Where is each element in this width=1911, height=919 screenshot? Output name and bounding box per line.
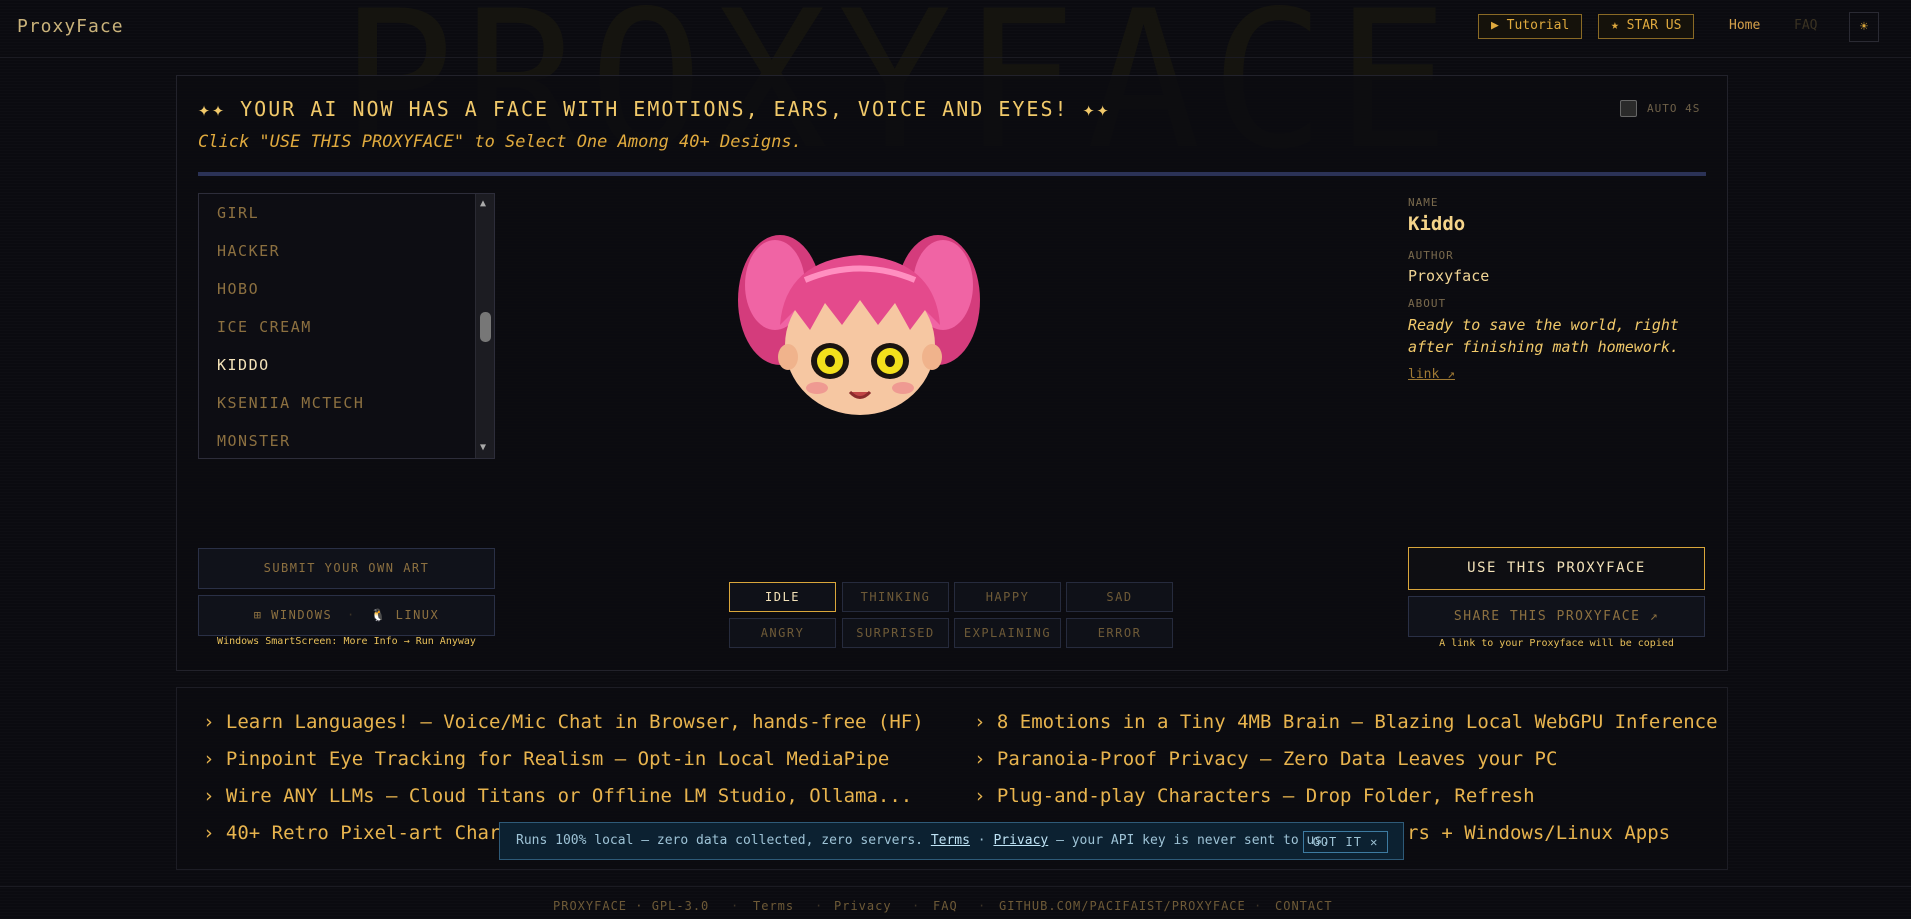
theme-toggle-button[interactable]: ☀ xyxy=(1849,12,1879,42)
scroll-thumb[interactable] xyxy=(480,312,491,342)
list-item[interactable]: HOBO xyxy=(217,280,259,298)
author-label: AUTHOR xyxy=(1408,249,1454,262)
emotion-error-button[interactable]: ERROR xyxy=(1066,618,1173,648)
banner-text: Runs 100% local — zero data collected, z… xyxy=(516,833,1330,848)
emotion-angry-button[interactable]: ANGRY xyxy=(729,618,836,648)
name-label: NAME xyxy=(1408,196,1439,209)
emotion-surprised-button[interactable]: SURPRISED xyxy=(842,618,949,648)
feature-item: › Wire ANY LLMs — Cloud Titans or Offlin… xyxy=(203,785,913,807)
emotion-thinking-button[interactable]: THINKING xyxy=(842,582,949,612)
divider xyxy=(198,172,1706,176)
character-about: Ready to save the world, right after fin… xyxy=(1408,316,1679,356)
share-proxyface-button[interactable]: SHARE THIS PROXYFACE ↗ xyxy=(1408,596,1705,637)
got-it-button[interactable]: GOT IT ✕ xyxy=(1303,831,1388,853)
feature-item: › Learn Languages! — Voice/Mic Chat in B… xyxy=(203,711,924,733)
auto-label: AUTO 4S xyxy=(1647,102,1701,115)
nav-faq-link[interactable]: FAQ xyxy=(1794,18,1817,33)
footer-terms-link[interactable]: Terms xyxy=(753,899,794,913)
feature-item: › Paranoia-Proof Privacy — Zero Data Lea… xyxy=(974,748,1558,770)
emotion-explaining-button[interactable]: EXPLAINING xyxy=(954,618,1061,648)
footer-faq-link[interactable]: FAQ xyxy=(933,899,958,913)
character-list[interactable]: GIRL HACKER HOBO ICE CREAM KIDDO KSENIIA… xyxy=(198,193,495,459)
about-label: ABOUT xyxy=(1408,297,1447,310)
author-link[interactable]: link ↗ xyxy=(1408,367,1455,382)
emotion-idle-button[interactable]: IDLE xyxy=(729,582,836,612)
footer-contact-link[interactable]: CONTACT xyxy=(1275,899,1333,913)
subheadline: Click "USE THIS PROXYFACE" to Select One… xyxy=(198,132,802,152)
emotion-sad-button[interactable]: SAD xyxy=(1066,582,1173,612)
headline: ✦✦ YOUR AI NOW HAS A FACE WITH EMOTIONS,… xyxy=(198,97,1111,121)
smartscreen-note: Windows SmartScreen: More Info → Run Any… xyxy=(217,636,476,647)
auto-checkbox[interactable] xyxy=(1620,100,1637,117)
list-item[interactable]: KSENIIA MCTECH xyxy=(217,394,364,412)
list-item[interactable]: ICE CREAM xyxy=(217,318,312,336)
feature-item: › Plug-and-play Characters — Drop Folder… xyxy=(974,785,1535,807)
footer-privacy-link[interactable]: Privacy xyxy=(834,899,892,913)
list-scrollbar[interactable]: ▲ ▼ xyxy=(475,194,494,458)
download-apps-group: ⊞ WINDOWS · 🐧 LINUX xyxy=(198,595,495,636)
footer-brand: PROXYFACE · GPL-3.0 xyxy=(553,899,710,913)
character-face-image xyxy=(738,235,980,415)
use-proxyface-button[interactable]: USE THIS PROXYFACE xyxy=(1408,547,1705,590)
auto-cycle-toggle[interactable]: AUTO 4S xyxy=(1620,100,1700,117)
character-author: Proxyface xyxy=(1408,267,1490,285)
share-note: A link to your Proxyface will be copied xyxy=(1439,638,1674,649)
scroll-down-icon[interactable]: ▼ xyxy=(480,442,486,453)
list-item[interactable]: HACKER xyxy=(217,242,280,260)
list-item-selected[interactable]: KIDDO xyxy=(217,356,270,374)
footer-sep: · xyxy=(1254,899,1262,913)
nav-home-link[interactable]: Home xyxy=(1729,18,1760,33)
feature-item: rs + Windows/Linux Apps xyxy=(1407,822,1671,844)
list-item[interactable]: MONSTER xyxy=(217,432,291,450)
sun-icon: ☀ xyxy=(1859,19,1869,35)
privacy-link[interactable]: Privacy xyxy=(993,833,1048,848)
footer-sep: · xyxy=(731,899,739,913)
submit-art-button[interactable]: SUBMIT YOUR OWN ART xyxy=(198,548,495,589)
feature-item: › 40+ Retro Pixel-art Chara xyxy=(203,822,512,844)
list-item[interactable]: GIRL xyxy=(217,204,259,222)
scroll-up-icon[interactable]: ▲ xyxy=(480,198,486,209)
footer: PROXYFACE · GPL-3.0 · Terms · Privacy · … xyxy=(0,886,1911,919)
privacy-banner: Runs 100% local — zero data collected, z… xyxy=(499,822,1404,860)
terms-link[interactable]: Terms xyxy=(931,833,970,848)
linux-download-link[interactable]: 🐧 LINUX xyxy=(370,608,439,622)
feature-item: › 8 Emotions in a Tiny 4MB Brain — Blazi… xyxy=(974,711,1718,733)
star-us-button[interactable]: ★ STAR US xyxy=(1598,14,1695,39)
windows-download-link[interactable]: ⊞ WINDOWS xyxy=(254,608,333,622)
feature-item: › Pinpoint Eye Tracking for Realism — Op… xyxy=(203,748,890,770)
footer-github-link[interactable]: GITHUB.COM/PACIFAIST/PROXYFACE xyxy=(999,899,1246,913)
character-name: Kiddo xyxy=(1408,213,1466,235)
footer-sep: · xyxy=(912,899,920,913)
banner-text-b: — your API key is never sent to us. xyxy=(1056,833,1331,848)
emotion-happy-button[interactable]: HAPPY xyxy=(954,582,1061,612)
banner-text-a: Runs 100% local — zero data collected, z… xyxy=(516,833,923,848)
footer-sep: · xyxy=(978,899,986,913)
footer-sep: · xyxy=(815,899,823,913)
banner-sep: · xyxy=(977,833,986,848)
tutorial-button[interactable]: ▶ Tutorial xyxy=(1478,14,1583,39)
separator: · xyxy=(347,608,356,622)
top-bar: ProxyFace ▶ Tutorial ★ STAR US Home FAQ … xyxy=(0,0,1911,58)
brand-logo[interactable]: ProxyFace xyxy=(17,16,124,37)
